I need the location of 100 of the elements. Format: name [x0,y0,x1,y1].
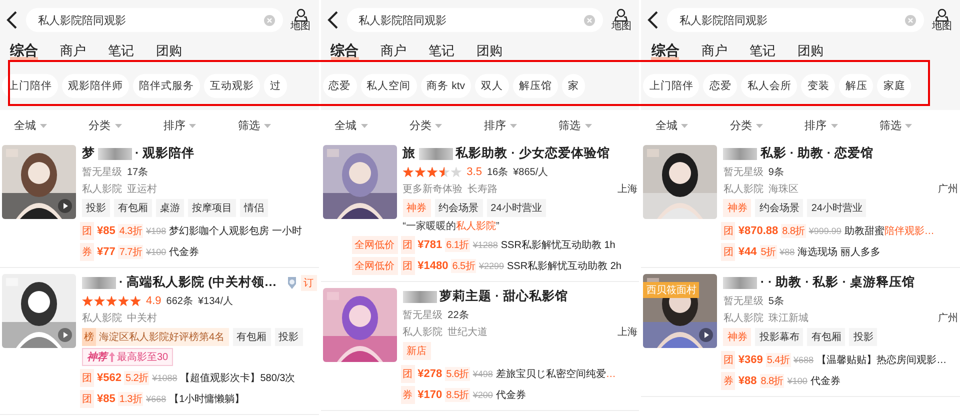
redaction-blur [418,148,453,160]
tab[interactable]: 团购 [476,42,503,60]
deal-title[interactable]: 【温馨贴贴】热恋房间观影… [816,352,947,366]
filter-dropdown[interactable]: 全城 [334,118,410,133]
deal-title[interactable]: 代金券 [169,244,200,258]
discount-label: 6.5折 [451,258,476,272]
rating-text: 暂无星级 [723,294,764,308]
back-icon[interactable] [326,11,339,29]
filter-dropdown[interactable]: 排序 [804,118,880,133]
review-count: 662条 [166,295,193,308]
original-price: ¥1288 [472,240,498,250]
filter-chip[interactable]: 陪伴式服务 [133,74,200,98]
filter-chip[interactable]: 解压馆 [513,74,558,98]
store-name[interactable]: 私影 · 助教 · 恋爱馆 [760,145,874,162]
back-icon[interactable] [6,11,18,29]
deal-title[interactable]: 梦幻影咖个人观影包房 一小时 [169,224,302,238]
filter-dropdown[interactable]: 排序 [484,118,559,133]
search-field[interactable]: 私人影院陪同观影 [346,8,604,32]
deal-title[interactable]: 助教甜蜜陪伴观影… [844,224,934,238]
tab[interactable]: 笔记 [749,42,776,60]
filter-dropdown[interactable]: 筛选 [558,118,634,133]
tab[interactable]: 团购 [156,42,182,60]
search-field[interactable]: 私人影院陪同观影 [26,8,283,32]
deal-title[interactable]: 差旅宝贝じ私密空间纯爱… [496,366,616,380]
discount-label: 1.3折 [118,392,144,406]
store-name[interactable]: · 观影陪伴 [135,145,195,162]
deal-title[interactable]: SSR私影解忧互动助教 1h [500,238,616,252]
deal-type-badge: 券 [80,242,94,260]
search-field[interactable]: 私人影院陪同观影 [667,8,924,32]
caret-icon [189,124,196,128]
filter-chip[interactable]: 恋爱 [703,74,738,98]
tab[interactable]: 综合 [651,42,680,60]
new-store-tag: 新店 [402,342,431,360]
reserve-badge: 订 [300,274,317,290]
category-label: 私人影院 [82,312,122,325]
store-name[interactable]: 私影助教 · 少女恋爱体验馆 [456,145,610,162]
filter-dropdown[interactable]: 全城 [655,118,730,133]
redaction-blur [723,276,758,288]
store-name[interactable]: 萝莉主题 · 甜心私影馆 [440,288,568,305]
area-label: 珠江新城 [768,312,808,325]
tab[interactable]: 综合 [10,42,38,60]
filter-dropdown[interactable]: 分类 [730,118,805,133]
deal-title[interactable]: 海选现场 丽人多多 [798,244,880,258]
deal-title[interactable]: 【超值观影次卡】580/3次 [180,370,296,384]
caret-icon [510,124,517,128]
deal-price: ¥170 [418,388,442,400]
coupon-tag: 神券 [723,198,752,216]
filter-dropdown[interactable]: 筛选 [238,118,313,133]
caret-icon [114,124,122,128]
store-name[interactable]: 旅 [402,145,416,162]
deal-title[interactable]: 代金券 [810,374,840,388]
map-button[interactable]: 地图 [290,8,311,32]
filter-chip[interactable]: 恋爱 [322,74,357,98]
filter-chip[interactable]: 双人 [475,74,510,98]
rating-score: 3.5 [466,166,482,178]
back-icon[interactable] [647,11,660,29]
category-label: 私人影院 [402,326,443,339]
caret-icon [905,124,912,128]
map-button[interactable]: 地图 [611,8,632,32]
filter-chip[interactable]: 家庭 [877,74,912,98]
filter-dropdown[interactable]: 排序 [163,118,238,133]
filter-chip[interactable]: 变装 [801,74,836,98]
filter-chip[interactable]: 上门陪伴 [643,74,700,98]
filter-chip[interactable]: 互动观影 [204,74,260,98]
tab[interactable]: 商户 [701,42,728,60]
review-count: 22条 [448,309,469,322]
store-name[interactable]: · · 助教 · 私影 · 桌游释压馆 [760,274,915,291]
tab[interactable]: 团购 [797,42,824,60]
filter-dropdown[interactable]: 分类 [409,118,484,133]
filter-dropdown[interactable]: 筛选 [879,118,954,133]
filter-dropdown[interactable]: 全城 [14,118,89,133]
map-button[interactable]: 地图 [932,8,952,32]
tab[interactable]: 商户 [60,42,86,60]
store-name[interactable]: 梦 [82,145,95,162]
play-icon[interactable] [58,199,72,213]
filter-chip[interactable]: 私人空间 [360,74,417,98]
filter-chip[interactable]: 家 [562,74,586,98]
deal-title[interactable]: 【1小时慵懒躺】 [169,392,245,406]
original-price: ¥88 [780,246,795,256]
tab[interactable]: 笔记 [428,42,455,60]
tab[interactable]: 综合 [330,42,359,60]
area-label: 亚运村 [127,182,157,196]
store-name[interactable]: · 高端私人影院 (中关村领… [119,274,277,291]
play-icon[interactable] [58,328,72,342]
deal-title[interactable]: 代金券 [496,388,526,402]
original-price: ¥100 [146,246,166,256]
filter-chip[interactable]: 解压 [839,74,874,98]
feature-tag: 投影幕布 [755,328,804,346]
filter-dropdown[interactable]: 分类 [88,118,164,133]
play-icon[interactable] [699,328,714,342]
filter-chip[interactable]: 过 [264,74,287,98]
city-label: 广州 [938,182,958,196]
tab[interactable]: 商户 [380,42,407,60]
category-label: 私人影院 [723,182,764,196]
filter-chip[interactable]: 商务 ktv [420,74,472,98]
deal-title[interactable]: SSR私影解忧互动助教 2h [507,258,622,272]
filter-chip[interactable]: 观影陪伴师 [62,74,129,98]
deal-type-badge: 团 [721,242,736,260]
tab[interactable]: 笔记 [108,42,134,60]
filter-chip[interactable]: 私人会所 [741,74,798,98]
